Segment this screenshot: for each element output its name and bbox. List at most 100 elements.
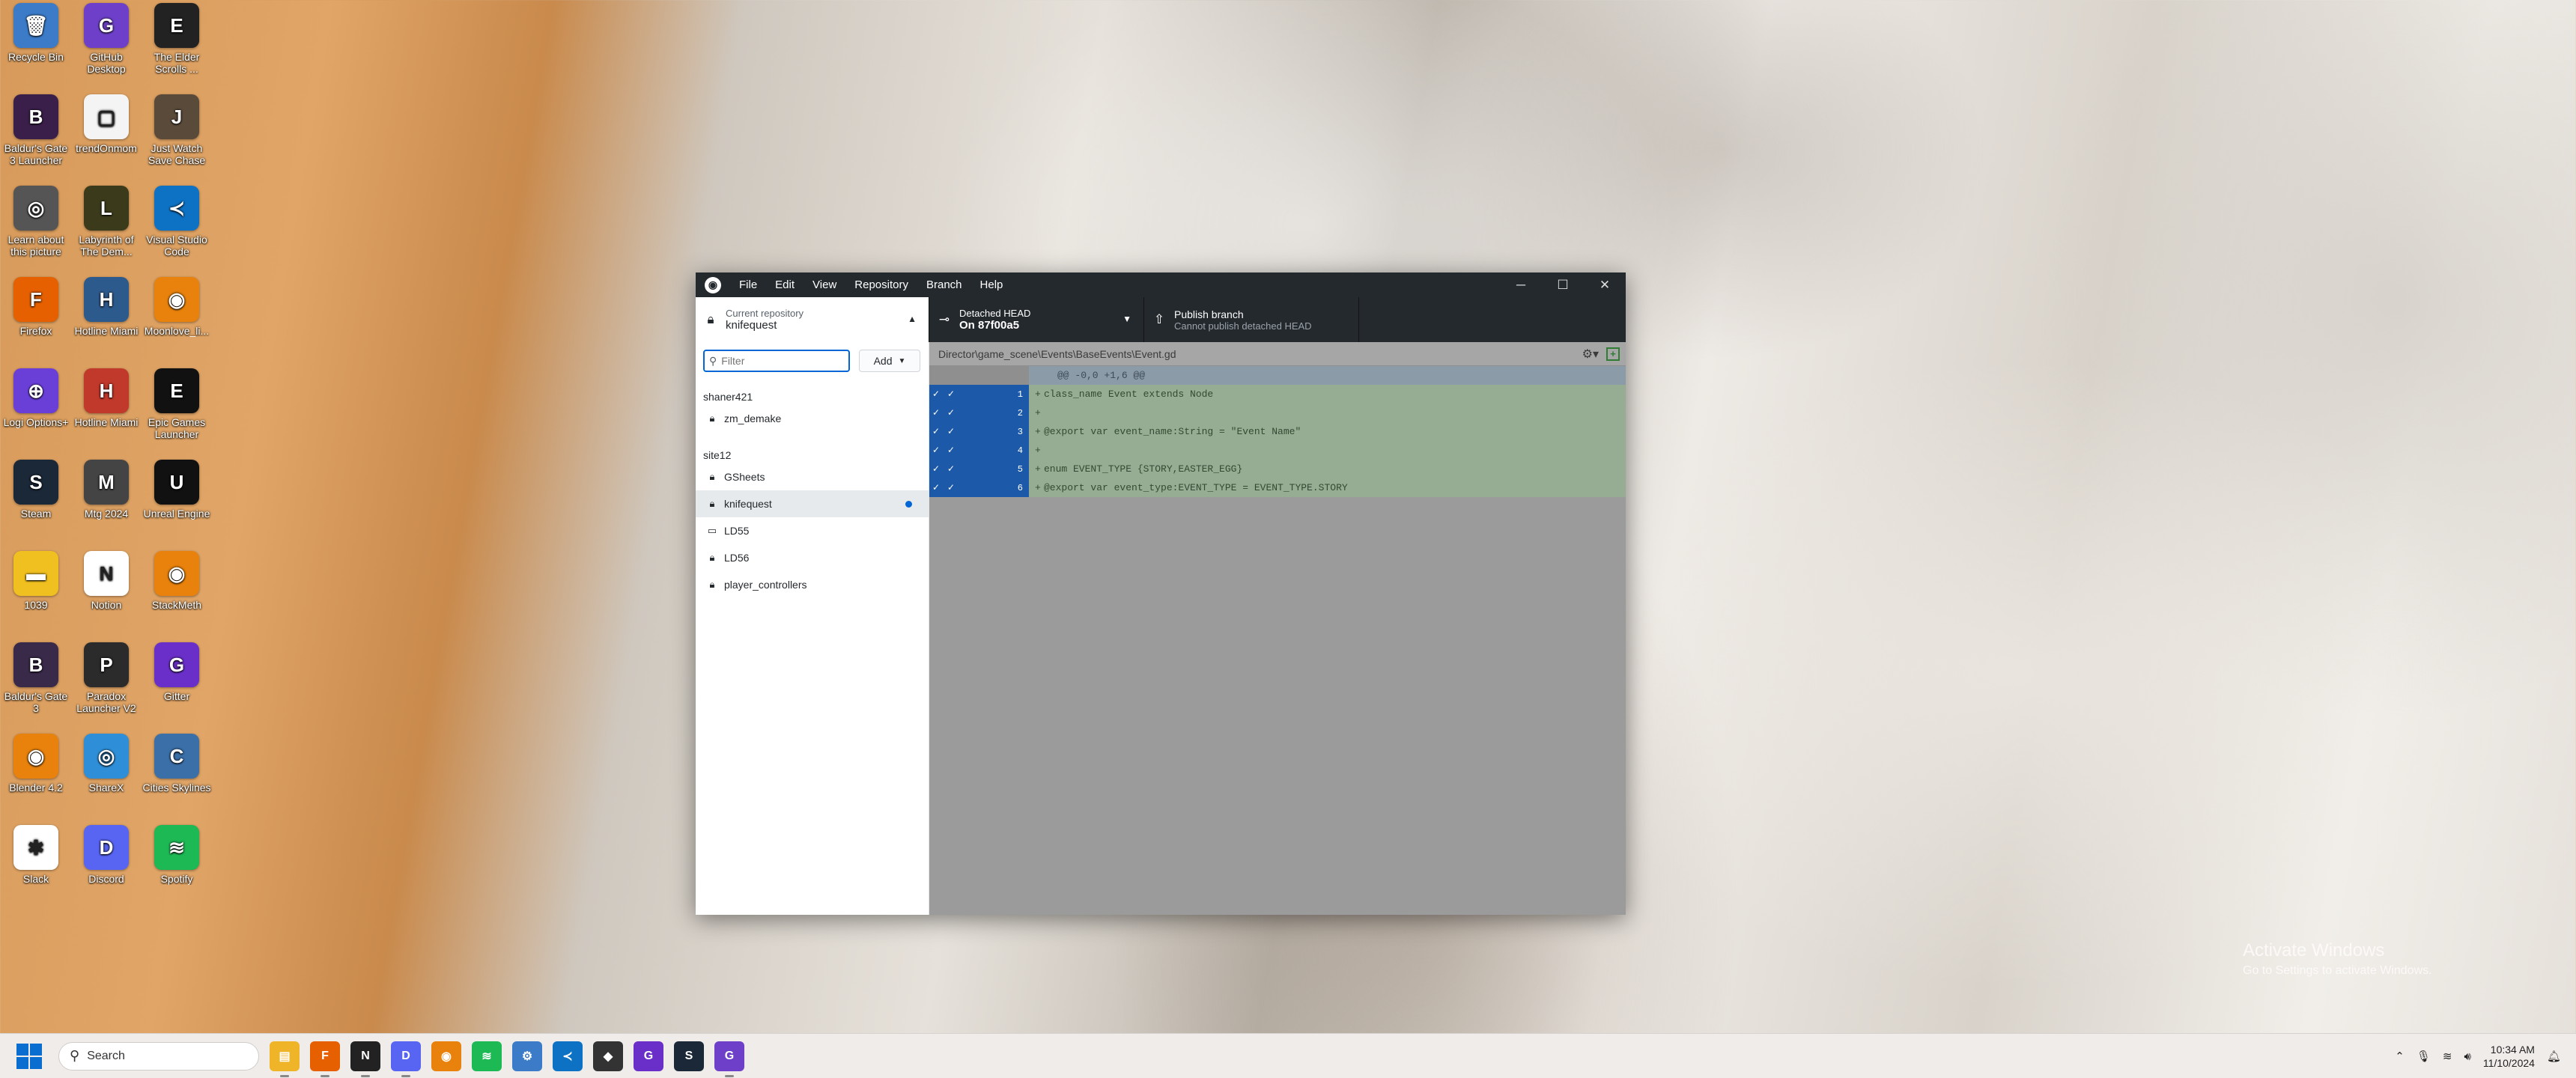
diff-line[interactable]: ✓ ✓ 4 + [929,441,1626,460]
desktop-icon[interactable]: ✱ Slack [0,825,72,885]
desktop-icon[interactable]: ◉ Blender 4.2 [0,734,72,794]
notification-bell-icon[interactable]: 🔔︎ [2547,1050,2561,1063]
desktop-icon[interactable]: L Labyrinth of The Dem... [70,186,142,258]
check-icon: ✓ [932,408,941,418]
filter-field[interactable]: ⚲ [703,350,850,372]
diff-gutter[interactable]: ✓ ✓ 4 [929,441,1029,460]
desktop-icon[interactable]: E Epic Games Launcher [141,368,213,440]
repo-item-ld55[interactable]: ▭ LD55 [696,517,929,544]
firefox-icon: F [321,1049,329,1062]
desktop-icon[interactable]: ◉ Moonlove_li... [141,277,213,337]
taskbar-app-github-desktop[interactable]: G [714,1041,744,1077]
diff-gutter[interactable]: ✓ ✓ 3 [929,422,1029,441]
taskbar-app-steam[interactable]: S [674,1041,704,1071]
repo-item-knifequest[interactable]: 🔒︎ knifequest [696,490,929,517]
menu-view[interactable]: View [804,272,845,297]
taskbar-app-blender[interactable]: ◉ [431,1041,461,1071]
menu-edit[interactable]: Edit [766,272,804,297]
desktop-icon[interactable]: ◎ ShareX [70,734,142,794]
windows-start-button[interactable] [16,1043,42,1069]
desktop-icon[interactable]: ≋ Spotify [141,825,213,885]
desktop-icon[interactable]: ▢ trendOnmom [70,94,142,154]
microphone-icon[interactable]: 🎙︎ [2416,1050,2431,1063]
add-repository-button[interactable]: Add ▼ [859,350,920,372]
publish-branch-button[interactable]: ⇧ Publish branch Cannot publish detached… [1144,297,1359,342]
desktop-icon[interactable]: G Gitter [141,642,213,702]
wifi-icon[interactable]: ≋ [2443,1050,2452,1063]
commit-icon: ⊸ [938,312,950,326]
speaker-icon[interactable]: 🔊︎ [2464,1050,2470,1063]
desktop-icon[interactable]: F Firefox [0,277,72,337]
desktop-icon[interactable]: ▬ 1039 [0,551,72,611]
diff-gutter[interactable]: ✓ ✓ 2 [929,404,1029,422]
desktop-icon[interactable]: ◉ StackMeth [141,551,213,611]
lock-icon: 🔒︎ [709,498,715,509]
diff-view: Director\game_scene\Events\BaseEvents\Ev… [929,342,1626,915]
desktop-icon[interactable]: S Steam [0,460,72,520]
menu-help[interactable]: Help [971,272,1012,297]
desktop-icon[interactable]: E The Elder Scrolls ... [141,3,213,75]
desktop-icon[interactable]: J Just Watch Save Chase [141,94,213,166]
repo-name: player_controllers [724,579,807,591]
chevron-up-icon[interactable]: ⌃ [2395,1050,2405,1063]
desktop-icon-label: Slack [22,873,49,885]
desktop-icon[interactable]: C Cities Skylines [141,734,213,794]
desktop-icon[interactable]: B Baldur's Gate 3 [0,642,72,714]
desktop-icon[interactable]: B Baldur's Gate 3 Launcher [0,94,72,166]
repo-item-gsheets[interactable]: 🔒︎ GSheets [696,463,929,490]
diff-line[interactable]: ✓ ✓ 1 + class_name Event extends Node [929,385,1626,404]
app-icon: ◎ [84,734,129,779]
taskbar-app-vscode[interactable]: ≺ [553,1041,583,1071]
file-path-bar: Director\game_scene\Events\BaseEvents\Ev… [929,342,1626,366]
repo-group-title: site12 [703,449,732,461]
taskbar-app-notion[interactable]: N [350,1041,380,1077]
expand-icon[interactable]: + [1606,347,1620,361]
diff-gutter[interactable]: ✓ ✓ 5 [929,460,1029,478]
close-button[interactable]: ✕ [1584,272,1626,297]
diff-gutter[interactable]: ✓ ✓ 1 [929,385,1029,404]
desktop-icon[interactable]: D Discord [70,825,142,885]
repo-item-ld56[interactable]: 🔒︎ LD56 [696,544,929,571]
desktop-icon[interactable]: ≺ Visual Studio Code [141,186,213,258]
minimize-button[interactable]: ─ [1500,272,1542,297]
clock[interactable]: 10:34 AM 11/10/2024 [2483,1043,2535,1070]
check-icon: ✓ [932,483,941,493]
taskbar-app-firefox[interactable]: F [310,1041,340,1077]
diff-line[interactable]: ✓ ✓ 6 + @export var event_type:EVENT_TYPE = … [929,478,1626,497]
desktop-icon[interactable]: ◎ Learn about this picture [0,186,72,258]
filter-input[interactable] [721,355,834,367]
desktop-icon[interactable]: H Hotline Miami [70,368,142,428]
desktop-icon[interactable]: 🗑 Recycle Bin [0,3,72,63]
desktop-icon[interactable]: G GitHub Desktop [70,3,142,75]
taskbar-app-gitter[interactable]: G [634,1041,663,1071]
desktop-icon[interactable]: H Hotline Miami [70,277,142,337]
taskbar-app-settings[interactable]: ⚙ [512,1041,542,1071]
diff-settings-gear-icon[interactable]: ⚙▾ [1582,347,1599,362]
maximize-button[interactable]: ☐ [1542,272,1584,297]
desktop-icon[interactable]: U Unreal Engine [141,460,213,520]
diff-gutter[interactable]: ✓ ✓ 6 [929,478,1029,497]
desktop-icon[interactable]: M Mtg 2024 [70,460,142,520]
current-repository-dropdown[interactable]: 🔒︎ Current repository knifequest ▲ [696,297,929,342]
taskbar-app-game[interactable]: ◆ [593,1041,623,1071]
repo-item-player-controllers[interactable]: 🔒︎ player_controllers [696,571,929,598]
diff-line[interactable]: ✓ ✓ 3 + @export var event_name:String = "Eve… [929,422,1626,441]
desktop-icon[interactable]: ⊕ Logi Options+ [0,368,72,428]
changes-indicator-dot [905,501,912,508]
repo-name: LD56 [724,552,750,564]
desktop-icon[interactable]: P Paradox Launcher V2 [70,642,142,714]
diff-line[interactable]: ✓ ✓ 5 + enum EVENT_TYPE {STORY,EASTER_EGG} [929,460,1626,478]
branch-dropdown[interactable]: ⊸ Detached HEAD On 87f00a5 ▼ [929,297,1144,342]
menu-file[interactable]: File [730,272,766,297]
taskbar-app-discord[interactable]: D [391,1041,421,1077]
desktop-icon[interactable]: N Notion [70,551,142,611]
taskbar-search[interactable]: ⚲ Search [58,1041,259,1071]
taskbar-app-spotify[interactable]: ≋ [472,1041,502,1071]
menu-branch[interactable]: Branch [917,272,971,297]
check-icon: ✓ [947,464,956,475]
repo-item-zm-demake[interactable]: 🔒︎ zm_demake [696,405,929,432]
menu-repository[interactable]: Repository [845,272,917,297]
diff-line[interactable]: ✓ ✓ 2 + [929,404,1626,422]
blender-icon: ◉ [441,1050,452,1063]
taskbar-app-file-explorer[interactable]: ▤ [270,1041,300,1077]
